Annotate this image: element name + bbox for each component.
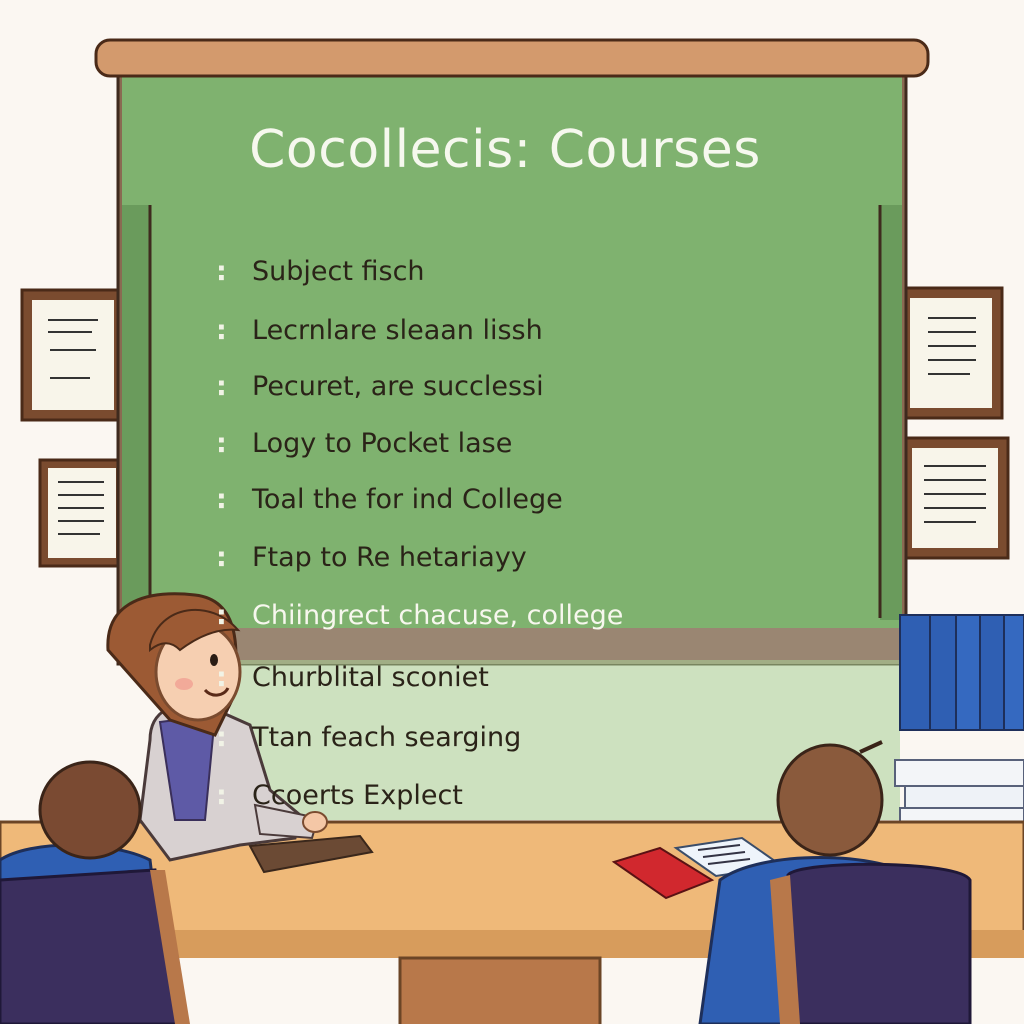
chalkboard [116,60,908,820]
wall-frame-left-bottom [38,458,126,568]
wall-frame-right-top [898,286,1004,420]
chalkboard-top-rail [94,38,930,78]
book-stack-blue [899,614,1024,731]
classroom-scene [0,0,1024,1024]
wall-frame-right-bottom [900,436,1010,560]
wall-frame-left-top [20,288,126,422]
